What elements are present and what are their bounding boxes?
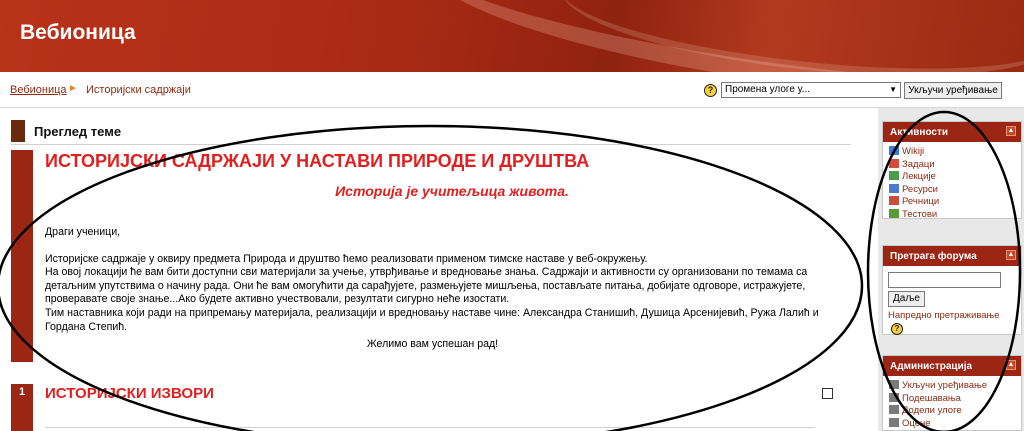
admin-link-turn-editing-on[interactable]: Укључи уређивање [883,380,1021,393]
advanced-search-link[interactable]: Напредно претраживање [888,310,1021,321]
activity-label: Тестови [902,208,938,220]
turn-editing-on-button[interactable]: Укључи уређивање [904,82,1002,99]
activity-link-resources[interactable]: Ресурси [883,183,1021,197]
administration-block-title: Администрација [890,361,973,372]
section-0-side-bar [11,150,33,362]
collapse-icon[interactable]: ▲ [1006,250,1016,260]
help-icon[interactable]: ? [704,84,717,97]
edit-icon [889,380,899,389]
admin-link-grades[interactable]: Оцене [883,417,1021,431]
navbar: Вебионица ► Историјски садржаји ? Промен… [0,72,1024,108]
paragraph-2: На овој локацији ће вам бити доступни св… [45,266,808,306]
role-switch-select[interactable]: Промена улоге у... ▼ [721,82,901,98]
wiki-icon [889,146,899,155]
paragraph-1: Историјске садржаје у оквиру предмета Пр… [45,252,648,265]
activities-block: Активности ▲ Wikiji Задаци Лекције Ресур… [882,121,1022,222]
site-header: Вебионица [0,0,1024,72]
site-title[interactable]: Вебионица [20,21,136,45]
admin-label: Подешавања [902,392,961,404]
glossary-icon [889,196,899,205]
roles-icon [889,405,899,414]
activity-label: Wikiji [902,146,925,157]
forum-search-block: Претрага форума ▲ Даље Напредно претражи… [882,245,1022,335]
breadcrumb-home-link[interactable]: Вебионица [10,84,67,96]
activity-label: Лекције [902,171,936,182]
section-0-summary: Драги ученици, Историјске садржаје у окв… [45,226,820,352]
assignment-icon [889,158,899,168]
forum-search-input[interactable] [888,272,1001,288]
section-0-subtitle: Историја је учитељица живота. [335,183,569,199]
forum-search-block-header: Претрага форума ▲ [883,246,1021,266]
resource-icon [889,183,899,193]
activity-label: Задаци [902,158,935,170]
section-0-title: ИСТОРИЈСКИ САДРЖАЈИ У НАСТАВИ ПРИРОДЕ И … [45,151,590,171]
activities-block-header: Активности ▲ [883,122,1021,142]
topic-overview-marker [11,120,25,142]
activity-label: Речници [902,196,940,207]
forum-search-button[interactable]: Даље [888,291,925,307]
admin-label: Додели улоге [902,405,962,416]
breadcrumb-current-link[interactable]: Историјски садржаји [86,84,191,96]
administration-block-header: Администрација ▲ [883,356,1021,376]
chevron-down-icon: ▼ [889,85,897,94]
admin-link-settings[interactable]: Подешавања [883,392,1021,406]
divider [45,427,815,428]
paragraph-3: Тим наставника који ради на припремању м… [45,306,819,333]
collapse-icon[interactable]: ▲ [1006,126,1016,136]
forum-search-block-title: Претрага форума [890,251,977,262]
administration-block: Администрација ▲ Укључи уређивање Подеша… [882,355,1022,431]
quiz-icon [889,208,899,218]
topic-overview-title: Преглед теме [34,124,122,139]
activity-link-glossaries[interactable]: Речници [883,196,1021,209]
activities-block-title: Активности [890,127,949,138]
help-icon[interactable]: ? [891,323,903,335]
grades-icon [889,417,899,427]
section-1-highlight-checkbox[interactable] [822,388,833,399]
activity-link-lessons[interactable]: Лекције [883,171,1021,184]
section-1-number: 1 [18,386,26,398]
admin-label: Укључи уређивање [902,380,988,391]
section-1-title: ИСТОРИЈСКИ ИЗВОРИ [45,385,214,402]
closing-text: Желимо вам успешан рад! [366,338,499,351]
collapse-icon[interactable]: ▲ [1006,360,1016,370]
admin-label: Оцене [902,417,931,429]
activity-link-wiki[interactable]: Wikiji [883,146,1021,159]
admin-link-assign-roles[interactable]: Додели улоге [883,405,1021,418]
activity-link-assignments[interactable]: Задаци [883,158,1021,172]
role-switch-value: Промена улоге у... [725,84,810,95]
settings-icon [889,392,899,402]
breadcrumb-separator-icon: ► [68,83,78,94]
lesson-icon [889,171,899,180]
activity-link-quizzes[interactable]: Тестови [883,208,1021,222]
divider [11,144,851,145]
activity-label: Ресурси [902,183,938,195]
greeting-text: Драги ученици, [45,226,121,238]
